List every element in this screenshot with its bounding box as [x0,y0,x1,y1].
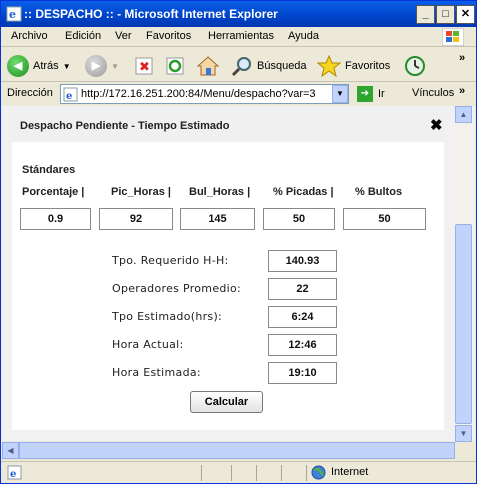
toolbar-overflow-icon[interactable]: » [459,52,465,64]
hora-actual-label: Hora Actual: [112,338,184,351]
refresh-icon [166,57,184,75]
go-label: Ir [378,88,385,100]
address-url: http://172.16.251.200:84/Menu/despacho?v… [81,88,316,100]
done-page-icon: e [7,465,22,480]
title-bar: e :: DESPACHO :: - Microsoft Internet Ex… [1,1,476,27]
menu-favoritos[interactable]: Favoritos [146,30,191,42]
close-window-button[interactable]: ✕ [456,5,475,24]
bultos-input[interactable]: 50 [343,208,426,230]
despacho-dialog: Despacho Pendiente - Tiempo Estimado ✖ S… [12,108,444,430]
calcular-button[interactable]: Calcular [190,391,263,413]
go-arrow-icon: ➔ [357,86,373,102]
operadores-value: 22 [268,278,337,300]
tpo-estimado-value: 6:24 [268,306,337,328]
porcentaje-input[interactable]: 0.9 [20,208,91,230]
back-arrow-icon: ◀ [7,55,29,77]
stop-icon: ✖ [135,57,153,75]
status-bar: e Internet [1,461,476,483]
stop-button[interactable]: ✖ [134,53,154,79]
internet-globe-icon [311,465,326,480]
links-overflow-icon[interactable]: » [459,85,465,97]
maximize-button[interactable]: □ [436,5,455,24]
favorites-label: Favoritos [345,60,391,72]
picadas-input[interactable]: 50 [263,208,335,230]
refresh-button[interactable] [165,53,185,79]
page-icon: e [63,87,78,102]
browser-window: e :: DESPACHO :: - Microsoft Internet Ex… [0,0,477,484]
tpo-requerido-label: Tpo. Requerido H-H: [112,254,229,267]
home-icon [196,56,220,76]
header-bul-horas: Bul_Horas | [189,186,251,198]
scroll-up-icon[interactable]: ▲ [455,106,472,123]
history-button[interactable] [403,53,427,79]
dialog-header: Despacho Pendiente - Tiempo Estimado ✖ [12,108,444,142]
header-pic-horas: Pic_Horas | [111,186,171,198]
header-picadas: % Picadas | [273,186,334,198]
section-title: Stándares [22,164,76,176]
header-bultos: % Bultos [355,186,403,198]
home-button[interactable] [196,53,220,79]
window-title: :: DESPACHO :: - Microsoft Internet Expl… [24,7,278,21]
favorites-button[interactable]: Favoritos [317,53,390,79]
tpo-requerido-value: 140.93 [268,250,337,272]
menu-edicion[interactable]: Edición [65,30,101,42]
svg-text:e: e [9,8,16,21]
svg-text:e: e [66,91,72,102]
page-content: Despacho Pendiente - Tiempo Estimado ✖ S… [2,106,475,441]
address-field[interactable]: e http://172.16.251.200:84/Menu/despacho… [60,84,349,104]
hora-estimada-value: 19:10 [268,362,337,384]
back-label: Atrás [33,60,59,72]
bul-horas-input[interactable]: 145 [180,208,255,230]
svg-text:✖: ✖ [139,60,150,75]
search-button[interactable]: Búsqueda [231,53,307,79]
svg-text:e: e [10,469,16,480]
vertical-scrollbar[interactable]: ▲ ▼ [455,106,472,442]
address-bar: Dirección e http://172.16.251.200:84/Men… [1,83,476,105]
menu-ver[interactable]: Ver [115,30,132,42]
vertical-scroll-thumb[interactable] [455,224,472,424]
star-icon [317,55,341,77]
menu-bar: Archivo Edición Ver Favoritos Herramient… [1,27,476,47]
forward-button[interactable]: ▶ ▼ [85,53,119,79]
scroll-left-icon[interactable]: ◀ [2,442,19,459]
horizontal-scrollbar[interactable]: ◀ [2,442,455,459]
menu-ayuda[interactable]: Ayuda [288,30,319,42]
pic-horas-input[interactable]: 92 [99,208,173,230]
search-icon [231,57,251,77]
links-label[interactable]: Vínculos [412,87,454,99]
menu-herramientas[interactable]: Herramientas [208,30,274,42]
back-button[interactable]: ◀ Atrás ▼ [7,53,71,79]
ie-page-icon: e [6,6,22,22]
search-label: Búsqueda [257,60,307,72]
address-label: Dirección [7,87,53,99]
tpo-estimado-label: Tpo Estimado(hrs): [112,310,223,323]
standard-toolbar: ◀ Atrás ▼ ▶ ▼ ✖ Búsqueda Favoritos » [1,48,476,82]
menu-archivo[interactable]: Archivo [11,30,48,42]
go-button[interactable]: ➔ Ir [357,85,385,103]
zone-label: Internet [331,466,369,478]
horizontal-scroll-thumb[interactable] [19,442,455,459]
minimize-button[interactable]: _ [416,5,435,24]
history-icon [405,56,425,76]
forward-arrow-icon: ▶ [85,55,107,77]
operadores-label: Operadores Promedio: [112,282,242,295]
dialog-title: Despacho Pendiente - Tiempo Estimado [20,120,230,132]
dialog-close-icon[interactable]: ✖ [430,116,443,134]
address-dropdown-icon[interactable]: ▼ [332,85,348,103]
header-porcentaje: Porcentaje | [22,186,85,198]
windows-logo-icon [442,28,464,46]
scroll-down-icon[interactable]: ▼ [455,425,472,442]
hora-estimada-label: Hora Estimada: [112,366,201,379]
hora-actual-value: 12:46 [268,334,337,356]
